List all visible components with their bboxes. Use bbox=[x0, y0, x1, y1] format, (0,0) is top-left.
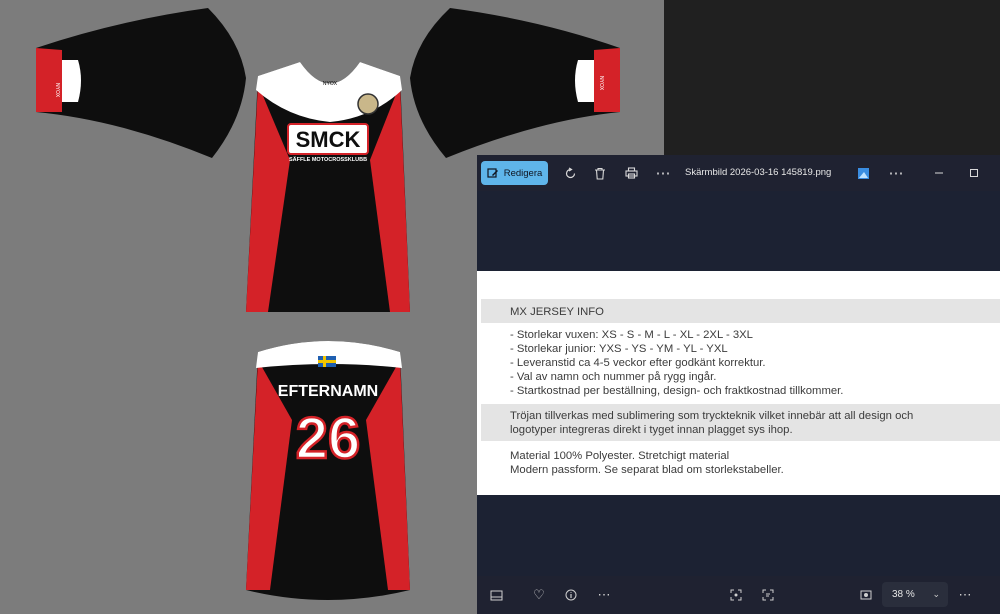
fit-icon bbox=[730, 589, 742, 601]
more-icon: ⋯ bbox=[655, 165, 671, 182]
printer-icon bbox=[624, 167, 638, 179]
rotate-button[interactable] bbox=[559, 161, 581, 185]
filmstrip-button[interactable] bbox=[487, 586, 505, 604]
sleeve-mark: NYOX bbox=[54, 83, 60, 98]
delete-button[interactable] bbox=[589, 161, 611, 185]
scan-text-icon bbox=[762, 589, 774, 601]
edit-label: Redigera bbox=[503, 167, 543, 179]
bullet-item: - Storlekar junior: YXS - YS - YM - YL -… bbox=[510, 343, 728, 355]
sweden-flag-icon bbox=[318, 356, 336, 367]
edit-icon bbox=[487, 168, 498, 178]
zoom-level: 38 % bbox=[892, 589, 915, 600]
trash-icon bbox=[595, 167, 605, 180]
jersey-back: EFTERNAMN 26 bbox=[246, 341, 410, 600]
photo-app-button[interactable] bbox=[854, 161, 872, 185]
more-icon: ⋯ bbox=[888, 165, 904, 182]
bullet-item: - Storlekar vuxen: XS - S - M - L - XL -… bbox=[510, 329, 753, 341]
viewer-bottom-bar: ♡ ⋯ 38 % ⌄ ⋯ bbox=[477, 576, 1000, 614]
maximize-icon bbox=[970, 169, 978, 177]
club-emblem bbox=[357, 93, 379, 115]
favorite-button[interactable]: ♡ bbox=[530, 586, 548, 604]
edit-button[interactable]: Redigera bbox=[481, 161, 548, 185]
bullet-item: - Val av namn och nummer på rygg ingår. bbox=[510, 371, 717, 383]
image-display-area: MX JERSEY INFO - Storlekar vuxen: XS - S… bbox=[477, 191, 1000, 576]
more-options-button[interactable]: ⋯ bbox=[885, 161, 907, 185]
file-name: Skärmbild 2026-03-16 145819.png bbox=[685, 167, 832, 178]
rider-name: EFTERNAMN bbox=[278, 383, 378, 400]
material-text: Material 100% Polyester. Stretchigt mate… bbox=[510, 450, 730, 462]
right-sleeve: NYOX bbox=[410, 8, 620, 158]
material-text: Modern passform. Se separat blad om stor… bbox=[510, 464, 784, 476]
sleeve-mark: NYOX bbox=[598, 76, 604, 91]
sublimation-text: Tröjan tillverkas med sublimering som tr… bbox=[510, 410, 914, 422]
jersey-front: NYOX SMCK SÄFFLE MOTOCROSSKLUBB bbox=[246, 62, 410, 312]
viewer-toolbar: Redigera ⋯ Skärmbild 2026-03-16 145819.p… bbox=[477, 155, 1000, 191]
photo-app-icon bbox=[857, 167, 869, 179]
zoom-button[interactable] bbox=[857, 586, 875, 604]
more-button[interactable]: ⋯ bbox=[955, 586, 975, 604]
heart-icon: ♡ bbox=[533, 587, 545, 602]
info-document: MX JERSEY INFO - Storlekar vuxen: XS - S… bbox=[477, 271, 1000, 495]
info-button[interactable] bbox=[562, 586, 580, 604]
info-icon bbox=[565, 589, 577, 601]
bullet-item: - Leveranstid ca 4-5 veckor efter godkän… bbox=[510, 357, 766, 369]
rotate-icon bbox=[565, 166, 575, 178]
doc-heading: MX JERSEY INFO bbox=[510, 306, 604, 318]
filmstrip-icon bbox=[490, 590, 502, 600]
club-name: SÄFFLE MOTOCROSSKLUBB bbox=[289, 156, 367, 163]
bullet-item: - Startkostnad per beställning, design- … bbox=[510, 385, 844, 397]
rider-number: 26 bbox=[296, 406, 361, 471]
more-button[interactable]: ⋯ bbox=[594, 586, 614, 604]
minimize-icon bbox=[935, 172, 943, 174]
fit-button[interactable] bbox=[727, 586, 745, 604]
photo-viewer-window: Redigera ⋯ Skärmbild 2026-03-16 145819.p… bbox=[477, 155, 1000, 614]
maker-logo: NYOX bbox=[323, 81, 338, 87]
zoom-icon bbox=[860, 590, 872, 600]
more-icon: ⋯ bbox=[597, 587, 611, 602]
chevron-down-icon: ⌄ bbox=[932, 589, 940, 599]
brand-logo: SMCK bbox=[296, 127, 361, 152]
print-button[interactable] bbox=[620, 161, 642, 185]
maximize-button[interactable] bbox=[964, 161, 984, 185]
scan-text-button[interactable] bbox=[759, 586, 777, 604]
left-sleeve: NYOX bbox=[36, 8, 246, 158]
more-button[interactable]: ⋯ bbox=[652, 161, 674, 185]
more-icon: ⋯ bbox=[958, 587, 972, 602]
minimize-button[interactable] bbox=[929, 161, 949, 185]
zoom-level-dropdown[interactable]: 38 % ⌄ bbox=[882, 582, 948, 607]
sublimation-text: logotyper integreras direkt i tyget inna… bbox=[510, 424, 793, 436]
